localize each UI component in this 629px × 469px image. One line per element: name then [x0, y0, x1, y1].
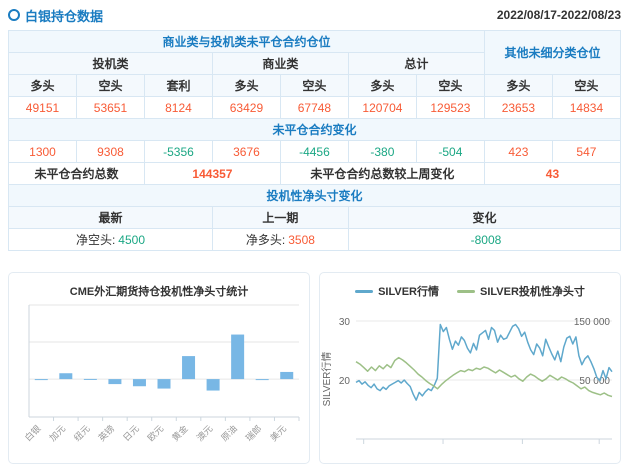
- legend-swatch-blue-icon: [355, 290, 373, 293]
- net-header-latest: 最新: [9, 207, 213, 229]
- column-header-row: 多头 空头 套利 多头 空头 多头 空头 多头 空头: [9, 75, 621, 97]
- totals-row: 未平仓合约总数 144357 未平仓合约总数较上周变化 43: [9, 163, 621, 185]
- change-values-row: 1300 9308 -5356 3676 -4456 -380 -504 423…: [9, 141, 621, 163]
- header-main: 商业类与投机类未平仓合约仓位: [9, 31, 485, 53]
- change-value: 547: [552, 141, 620, 163]
- svg-text:美元: 美元: [268, 423, 289, 444]
- position-value: 63429: [212, 97, 280, 119]
- net-header-change: 变化: [348, 207, 620, 229]
- position-value: 67748: [280, 97, 348, 119]
- col-header: 多头: [484, 75, 552, 97]
- svg-text:黄金: 黄金: [169, 423, 190, 444]
- change-value: -4456: [280, 141, 348, 163]
- change-value: 3676: [212, 141, 280, 163]
- net-section-title: 投机性净头寸变化: [9, 185, 621, 207]
- svg-text:纽元: 纽元: [71, 423, 92, 444]
- col-header: 多头: [9, 75, 77, 97]
- position-value: 23653: [484, 97, 552, 119]
- total-change-value: 43: [484, 163, 620, 185]
- line-chart-panel: SILVER行情 SILVER投机性净头寸 3020150 00050 000S…: [319, 272, 621, 464]
- net-latest-value: 4500: [118, 233, 145, 247]
- net-prev-cell: 净多头:3508: [212, 229, 348, 251]
- svg-text:20: 20: [339, 376, 351, 387]
- change-value: -504: [416, 141, 484, 163]
- total-value: 144357: [144, 163, 280, 185]
- net-latest-label: 净空头:: [76, 233, 115, 247]
- net-header-previous: 上一期: [212, 207, 348, 229]
- net-prev-label: 净多头:: [246, 233, 285, 247]
- col-header: 空头: [416, 75, 484, 97]
- change-value: -5356: [144, 141, 212, 163]
- position-value: 14834: [552, 97, 620, 119]
- svg-text:30: 30: [339, 317, 351, 328]
- col-header: 空头: [280, 75, 348, 97]
- svg-text:加元: 加元: [47, 423, 67, 443]
- col-header: 多头: [348, 75, 416, 97]
- change-value: -380: [348, 141, 416, 163]
- change-value: 1300: [9, 141, 77, 163]
- header-other: 其他未细分类仓位: [484, 31, 620, 75]
- change-value: 423: [484, 141, 552, 163]
- section-header-row: 商业类与投机类未平仓合约仓位 其他未细分类仓位: [9, 31, 621, 53]
- svg-text:SILVER行情: SILVER行情: [320, 352, 333, 407]
- position-value: 8124: [144, 97, 212, 119]
- legend-swatch-green-icon: [457, 290, 475, 293]
- svg-text:澳元: 澳元: [194, 423, 215, 444]
- svg-text:原油: 原油: [219, 423, 240, 444]
- svg-text:150 000: 150 000: [574, 317, 611, 328]
- page-header: 白银持仓数据 2022/08/17-2022/08/23: [8, 4, 621, 26]
- bar-chart-title: CME外汇期货持仓投机性净头寸统计: [9, 273, 309, 299]
- date-range: 2022/08/17-2022/08/23: [497, 8, 621, 22]
- net-header-row: 最新 上一期 变化: [9, 207, 621, 229]
- net-change-cell: -8008: [348, 229, 620, 251]
- net-values-row: 净空头:4500 净多头:3508 -8008: [9, 229, 621, 251]
- position-value: 129523: [416, 97, 484, 119]
- total-change-label: 未平仓合约总数较上周变化: [280, 163, 484, 185]
- group-speculative: 投机类: [9, 53, 213, 75]
- position-value: 49151: [9, 97, 77, 119]
- legend-item-net: SILVER投机性净头寸: [457, 283, 585, 299]
- legend-item-price: SILVER行情: [355, 283, 439, 299]
- page: 白银持仓数据 2022/08/17-2022/08/23 商业类与投机类未平仓合…: [0, 0, 629, 469]
- svg-text:英镑: 英镑: [96, 423, 117, 444]
- change-value: 9308: [76, 141, 144, 163]
- positions-table: 商业类与投机类未平仓合约仓位 其他未细分类仓位 投机类 商业类 总计 多头 空头…: [8, 30, 621, 251]
- page-title: 白银持仓数据: [25, 6, 103, 25]
- col-header: 空头: [76, 75, 144, 97]
- col-header: 套利: [144, 75, 212, 97]
- legend-label-price: SILVER行情: [378, 283, 439, 299]
- title-bullet-icon: [8, 9, 20, 21]
- net-latest-cell: 净空头:4500: [9, 229, 213, 251]
- col-header: 空头: [552, 75, 620, 97]
- net-change-value: -8008: [471, 233, 502, 247]
- charts-area: CME外汇期货持仓投机性净头寸统计 白银加元纽元英镑日元欧元黄金澳元原油瑞郎美元…: [8, 272, 621, 464]
- net-section-row: 投机性净头寸变化: [9, 185, 621, 207]
- bar-chart: 白银加元纽元英镑日元欧元黄金澳元原油瑞郎美元: [9, 299, 309, 459]
- line-chart-legend: SILVER行情 SILVER投机性净头寸: [320, 273, 620, 299]
- svg-text:瑞郎: 瑞郎: [243, 423, 264, 444]
- position-value: 120704: [348, 97, 416, 119]
- bar-chart-panel: CME外汇期货持仓投机性净头寸统计 白银加元纽元英镑日元欧元黄金澳元原油瑞郎美元: [8, 272, 310, 464]
- legend-label-net: SILVER投机性净头寸: [480, 283, 585, 299]
- svg-text:白银: 白银: [22, 423, 43, 444]
- group-total: 总计: [348, 53, 484, 75]
- position-value: 53651: [76, 97, 144, 119]
- group-commercial: 商业类: [212, 53, 348, 75]
- col-header: 多头: [212, 75, 280, 97]
- net-prev-value: 3508: [288, 233, 315, 247]
- line-chart: 3020150 00050 000SILVER行情: [320, 299, 620, 459]
- svg-text:欧元: 欧元: [145, 423, 166, 444]
- position-values-row: 49151 53651 8124 63429 67748 120704 1295…: [9, 97, 621, 119]
- title-wrap: 白银持仓数据: [8, 6, 103, 25]
- change-section-title: 未平仓合约变化: [9, 119, 621, 141]
- svg-text:日元: 日元: [121, 423, 141, 443]
- change-section-row: 未平仓合约变化: [9, 119, 621, 141]
- total-label: 未平仓合约总数: [9, 163, 145, 185]
